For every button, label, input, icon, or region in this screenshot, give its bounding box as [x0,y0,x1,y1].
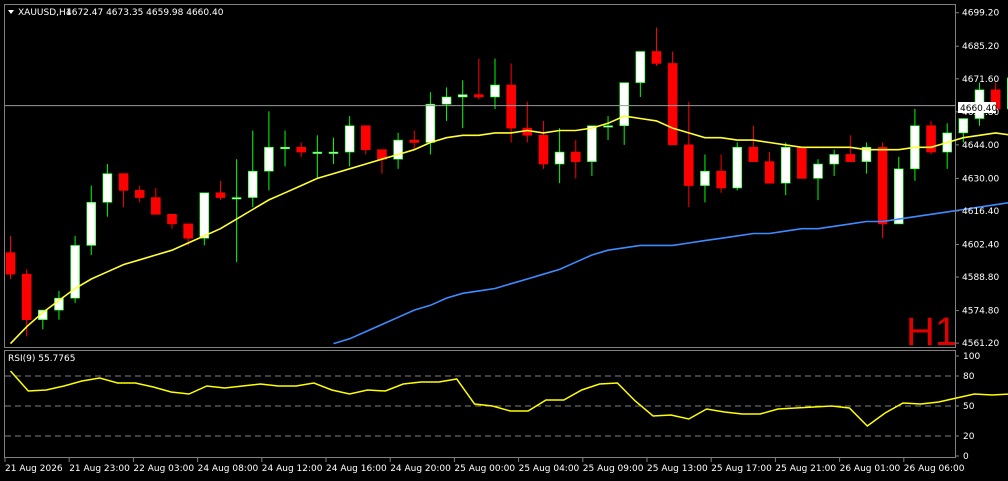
candle-bull [490,84,500,98]
time-tick-label: 22 Aug 03:00 [133,464,194,474]
candle-bull [587,125,597,162]
price-tick-label: 4561.20 [962,339,999,349]
candle-bear [651,51,662,64]
candle-bear [134,190,145,198]
candle-bear [183,223,193,239]
candle-bull [312,151,323,154]
candle-bull [457,94,468,98]
timeframe-watermark: H1 [906,310,957,354]
candle-bull [829,154,839,165]
candle-bear [716,170,726,189]
rsi-tick-label: 50 [963,402,975,412]
ohlc-values: 4672.47 4673.35 4659.98 4660.40 [66,8,224,18]
candle-bear [118,173,129,191]
candle-bull [393,139,403,160]
time-tick-label: 25 Aug 09:00 [583,464,644,474]
candle-bull [247,170,258,198]
price-tick-label: 4602.40 [962,240,999,250]
candle-bear [21,273,32,320]
candle-bull [635,51,646,83]
candle-bull [603,125,613,128]
price-tick-label: 4644.00 [962,141,999,151]
current-price-tag: 4660.40 [960,104,997,114]
time-tick-label: 24 Aug 16:00 [326,464,387,474]
candle-bull [328,151,339,154]
candle-bull [554,151,565,165]
candle-bear [797,146,807,179]
symbol-label: XAUUSD,H1 [18,8,72,18]
candle-bull [344,125,355,153]
candle-bull [264,146,274,172]
candle-bear [5,252,16,275]
candle-bear [167,214,177,225]
time-tick-label: 26 Aug 01:00 [840,464,901,474]
candle-bear [506,84,516,129]
trading-chart[interactable]: 4699.204685.204671.604657.804644.004630.… [0,0,1008,481]
candle-bear [151,197,161,215]
price-tick-label: 4671.60 [962,75,999,85]
candle-bull [86,202,97,246]
time-tick-label: 25 Aug 04:00 [519,464,580,474]
candle-bull [700,170,710,186]
candle-bull [893,168,904,225]
candle-bear [538,134,549,165]
candle-bull [780,146,791,184]
candle-bull [813,163,823,179]
candle-bear [215,192,226,198]
rsi-tick-label: 20 [963,432,975,442]
candle-bear [748,146,759,162]
candle-bull [958,118,969,134]
price-tick-label: 4630.00 [962,174,999,184]
candle-bear [409,139,420,143]
candle-bear [667,63,678,146]
price-tick-label: 4574.80 [962,307,999,317]
candle-bear [683,144,694,186]
time-tick-label: 21 Aug 2026 [5,464,63,474]
rsi-tick-label: 100 [963,352,980,362]
time-tick-label: 24 Aug 08:00 [198,464,259,474]
candle-bear [474,94,484,98]
candle-bull [199,192,210,239]
time-tick-label: 24 Aug 12:00 [262,464,323,474]
price-tick-label: 4588.80 [962,273,999,283]
candle-bull [231,197,242,200]
time-tick-label: 25 Aug 13:00 [647,464,708,474]
candle-bull [425,103,436,143]
time-tick-label: 25 Aug 21:00 [775,464,836,474]
candle-bull [280,146,290,150]
rsi-tick-label: 80 [963,372,975,382]
candle-bear [360,125,371,150]
rsi-tick-label: 0 [963,452,969,462]
price-tick-label: 4685.20 [962,42,999,52]
candle-bear [845,154,856,162]
time-tick-label: 25 Aug 17:00 [711,464,772,474]
price-tick-label: 4699.20 [962,9,999,19]
candle-bull [441,96,452,105]
time-tick-label: 21 Aug 23:00 [69,464,130,474]
candle-bear [877,146,888,225]
candle-bear [296,146,307,153]
candle-bull [619,82,630,127]
time-tick-label: 24 Aug 20:00 [390,464,451,474]
time-tick-label: 25 Aug 00:00 [454,464,515,474]
candle-bear [570,151,581,162]
candle-bull [102,173,113,203]
price-tick-label: 4616.40 [962,207,999,217]
rsi-header: RSI(9) 55.7765 [8,354,75,364]
candle-bear [764,161,775,184]
candle-bear [926,125,936,153]
time-tick-label: 26 Aug 06:00 [904,464,965,474]
candle-bull [732,146,743,189]
